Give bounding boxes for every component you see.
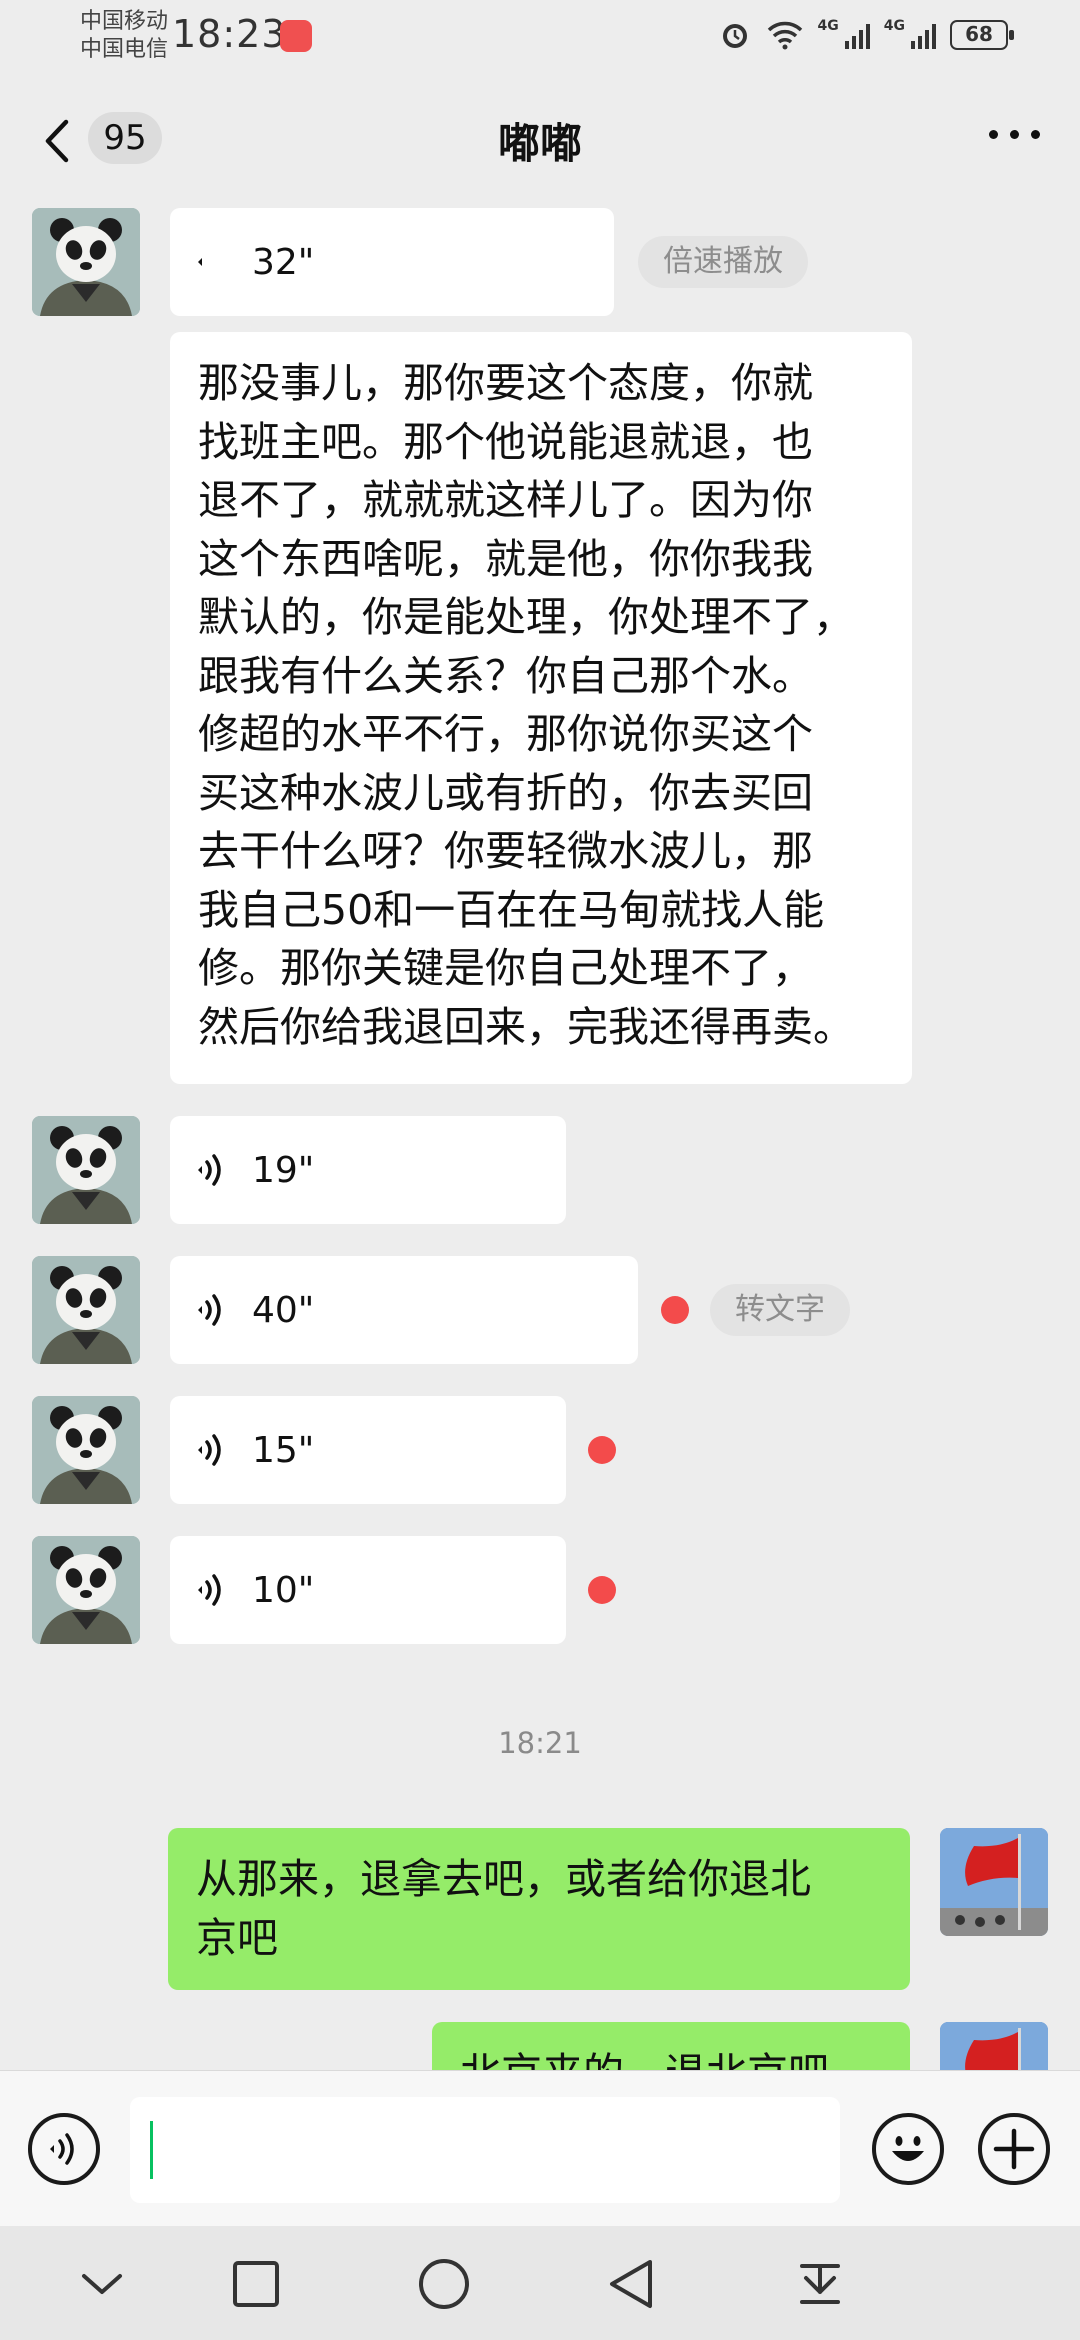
- voice-wave-icon: [198, 258, 202, 266]
- transcript-line: 去干什么呀？你要轻微水波儿，那: [198, 827, 813, 875]
- transcript-line: 买这种水波儿或有折的，你去买回: [198, 768, 813, 817]
- transcript-line: 修超的水平不行，那你说你买这个: [198, 710, 813, 758]
- chat-title: 嘟嘟: [497, 119, 582, 168]
- voice-message[interactable]: 40": [170, 1256, 638, 1364]
- my-avatar[interactable]: [940, 1828, 1048, 1936]
- transcript-line: 修。那你关键是你自己处理不了，: [198, 944, 813, 992]
- contact-avatar[interactable]: [32, 1116, 140, 1224]
- status-bar: 中国移动 中国电信 18:23 4G 4G 68: [0, 0, 1080, 72]
- system-nav-bar: [0, 2226, 1080, 2340]
- wifi-icon: [767, 21, 802, 50]
- alarm-icon: [722, 24, 747, 48]
- signal-2-icon: [911, 21, 936, 49]
- app-notification-icon: [280, 20, 312, 52]
- voice-duration: 32": [252, 241, 315, 283]
- carrier-2: 中国电信: [80, 37, 169, 62]
- voice-wave-icon: [198, 1574, 221, 1606]
- voice-duration: 40": [252, 1289, 315, 1331]
- message-input[interactable]: [130, 2097, 840, 2203]
- chat-header: 95 嘟嘟: [0, 72, 1080, 202]
- transcript-line: 默认的，你是能处理，你处理不了，: [198, 593, 854, 641]
- network-1-label: 4G: [817, 18, 839, 34]
- sent-message[interactable]: 从那来，退拿去吧，或者给你退北 京吧: [168, 1828, 910, 1990]
- message-line: 京吧: [196, 1913, 278, 1962]
- input-bar: [0, 2070, 1080, 2226]
- status-icons: 4G 4G 68: [718, 18, 1014, 52]
- voice-duration: 15": [252, 1429, 315, 1471]
- voice-wave-icon: [198, 1154, 221, 1186]
- battery-icon: 68: [950, 20, 1014, 50]
- voice-message[interactable]: 32": [170, 208, 614, 316]
- voice-message[interactable]: 10": [170, 1536, 566, 1644]
- signal-1-icon: [844, 21, 870, 49]
- transcript-line: 然后你给我退回来，完我还得再卖。: [198, 1002, 854, 1051]
- message-line: 从那来，退拿去吧，或者给你退北: [196, 1855, 811, 1903]
- speed-play-button[interactable]: 倍速播放: [638, 236, 808, 288]
- nav-back-icon[interactable]: [602, 2254, 662, 2314]
- message-line: 北京来的，退北京吧: [460, 2044, 882, 2070]
- status-time: 18:23: [172, 12, 287, 56]
- sent-message[interactable]: 北京来的，退北京吧: [432, 2022, 910, 2070]
- nav-recent-icon[interactable]: [226, 2254, 286, 2314]
- nav-home-icon[interactable]: [414, 2254, 474, 2314]
- transcript-line: 我自己50和一百在在马甸就找人能: [198, 885, 825, 934]
- transcript-line: 跟我有什么关系？你自己那个水。: [198, 651, 813, 700]
- unread-dot: [661, 1296, 689, 1324]
- emoji-icon[interactable]: [872, 2113, 944, 2185]
- contact-avatar[interactable]: [32, 208, 140, 316]
- carrier-labels: 中国移动 中国电信: [80, 8, 168, 64]
- battery-level: 68: [965, 22, 993, 46]
- network-2-label: 4G: [883, 18, 905, 34]
- contact-avatar[interactable]: [32, 1256, 140, 1364]
- message-list[interactable]: 32" 倍速播放 那没事儿，那你要这个态度，你就 找班主吧。那个他说能退就退，也…: [0, 202, 1080, 2070]
- message-timestamp: 18:21: [498, 1726, 582, 1760]
- voice-duration: 10": [252, 1569, 315, 1611]
- voice-message[interactable]: 19": [170, 1116, 566, 1224]
- nav-notification-icon[interactable]: [790, 2254, 850, 2314]
- voice-transcript[interactable]: 那没事儿，那你要这个态度，你就 找班主吧。那个他说能退就退，也 退不了，就就就这…: [170, 332, 912, 1084]
- transcript-line: 那没事儿，那你要这个态度，你就: [198, 359, 813, 407]
- transcript-line: 退不了，就就就这样儿了。因为你: [198, 476, 813, 524]
- voice-message[interactable]: 15": [170, 1396, 566, 1504]
- text-caret: [150, 2121, 153, 2179]
- voice-wave-icon: [198, 1294, 221, 1326]
- more-icon[interactable]: [989, 130, 1040, 139]
- voice-wave-icon: [198, 1434, 221, 1466]
- contact-avatar[interactable]: [32, 1536, 140, 1644]
- voice-duration: 19": [252, 1149, 315, 1191]
- transcript-line: 找班主吧。那个他说能退就退，也: [198, 417, 813, 466]
- plus-icon[interactable]: [978, 2113, 1050, 2185]
- unread-dot: [588, 1576, 616, 1604]
- carrier-1: 中国移动: [80, 9, 169, 34]
- unread-dot: [588, 1436, 616, 1464]
- my-avatar[interactable]: [940, 2022, 1048, 2070]
- nav-collapse-icon[interactable]: [72, 2254, 132, 2314]
- transcribe-button[interactable]: 转文字: [710, 1284, 850, 1336]
- transcript-line: 这个东西啥呢，就是他，你你我我: [198, 534, 813, 583]
- voice-mode-icon[interactable]: [28, 2113, 100, 2185]
- contact-avatar[interactable]: [32, 1396, 140, 1504]
